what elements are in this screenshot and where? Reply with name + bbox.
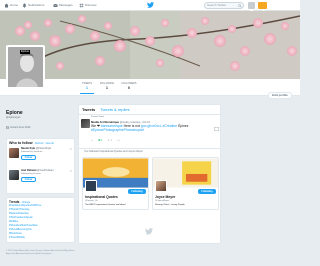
hashtag-link[interactable]: #EpionePhotographiePhotoshopArt [91,128,144,132]
calendar-icon [6,126,9,129]
suggestion-name[interactable]: Joel Oxbean @JoelOxbean [21,169,54,172]
card-handle: @Inspire_Us [85,200,98,202]
hashtag-link[interactable]: #Création [162,124,177,128]
trends-panel: Trends · Change #InspirationalQuotesOfAl… [6,197,75,243]
more-icon[interactable]: ••• [117,139,120,142]
home-icon [4,3,9,8]
suggestion-item: Naomi Kyle @NaomiKyle Followed by Jonath… [9,147,72,167]
retweet-count: 1 [101,139,103,142]
nav-discover-label: Discover [85,3,97,7]
who-to-follow-panel: Who to follow · Refresh · View all Naomi… [6,138,75,194]
dismiss-icon[interactable]: ✕ [69,147,72,151]
nav-home-label: Home [10,3,19,7]
timeline-panel: Tweets Tweets & replies Pinned Tweet Med… [78,104,222,244]
bell-icon [22,3,27,8]
avatar[interactable] [155,180,167,192]
pinned-tweet[interactable]: Pinned Tweet Media Art Numérique @media_… [79,114,222,148]
cherry-blossom-banner-image [0,11,300,79]
reply-icon[interactable]: ↩ [91,139,93,142]
profile-joined-text: Joined June 2012 [10,126,31,129]
card-bio: Sharing Christ - Loving People [155,204,185,206]
profile-handle: @epioneyes [6,116,21,119]
tweet-text: We ❤ #artnumerique Here is not goo.gl/xx… [91,124,189,133]
nav-notifications-label: Notifications [28,3,45,7]
pinned-label: Pinned Tweet [91,116,105,118]
profile-card[interactable]: Following Joyce Meyer @JoyceMeyer Sharin… [152,157,219,210]
card-name[interactable]: Joyce Meyer [155,195,175,199]
stat-followers[interactable]: FOLLOWERS 0 [120,82,138,94]
stat-tweets[interactable]: TWEETS 1 [80,82,94,94]
nav-home[interactable]: Home [4,2,18,9]
profile-navigation-bar [0,79,300,96]
who-to-follow-title: Who to follow · Refresh · View all [9,141,54,145]
nav-notifications[interactable]: Notifications [22,2,44,9]
tab-tweets-and-replies[interactable]: Tweets & replies [100,107,129,112]
avatar[interactable] [9,148,19,158]
hash-icon [79,3,84,8]
nav-discover[interactable]: Discover [79,2,97,9]
twitter-logo-icon [145,228,153,235]
avatar[interactable] [85,180,97,192]
profile-header-banner [0,11,300,79]
like-icon[interactable]: ★ 1 [108,139,113,142]
suggestion-item: Joel Oxbean @JoelOxbean Followed by Kris… [9,169,72,189]
avatar[interactable] [81,119,90,128]
account-avatar-button[interactable] [248,2,255,15]
timeline-tabs: Tweets Tweets & replies [82,107,130,112]
nav-messages[interactable]: Messages [53,2,73,9]
stat-following-value: 1 [106,86,108,90]
search-icon[interactable] [238,4,242,8]
card-bio: The BEST Inspirational Quotes and ideas! [85,204,126,206]
stat-following[interactable]: FOLLOWING 1 [98,82,116,94]
like-count: 1 [110,139,113,142]
profile-card[interactable]: Following Inspirational Quotes @Inspire_… [82,157,149,210]
tweet-actions: ↩ ⇄ 1 ★ 1 ••• [91,139,120,142]
follow-button[interactable]: Follow [21,177,36,182]
tab-tweets[interactable]: Tweets [82,107,95,112]
card-handle: @JoyceMeyer [155,200,170,202]
following-button[interactable]: Following [198,189,216,194]
link-preview-icon[interactable] [214,127,219,131]
envelope-icon [53,3,58,7]
following-button[interactable]: Following [128,189,146,194]
dismiss-icon[interactable]: ✕ [69,169,72,173]
profile-joined: Joined June 2012 [6,126,30,129]
search-placeholder: Search Twitter [207,3,227,7]
follow-button[interactable]: Follow [21,155,36,160]
twitter-logo-icon[interactable] [147,2,154,8]
retweet-icon[interactable]: ⇄ 1 [98,139,102,142]
nav-messages-label: Messages [59,3,73,7]
suggestion-subtext: Followed by Krishna [21,173,41,175]
avatar[interactable] [9,170,19,180]
suggestion-name[interactable]: Naomi Kyle @NaomiKyle [21,147,51,150]
avatar-name-tag: Epione [20,50,31,54]
stat-tweets-value: 1 [86,86,88,90]
footer-links[interactable]: © 2015 Twitter About Help Terms Privacy … [6,250,75,256]
suggestion-subtext: Followed by Jonathan [21,151,43,153]
recent-follows-section: You followed Inspirational Quotes and Jo… [79,148,222,210]
recent-follows-header: You followed Inspirational Quotes and Jo… [84,150,143,153]
profile-avatar[interactable]: Epione [6,45,45,89]
trend-item[interactable]: #TravelWithMe [9,236,72,240]
search-input[interactable]: Search Twitter [204,2,244,9]
top-navigation-bar: Home Notifications Messages Discover Sea… [0,0,300,15]
compose-tweet-button[interactable] [258,2,267,14]
edit-profile-button[interactable]: Edit profile [268,92,292,99]
card-name[interactable]: Inspirational Quotes [85,195,118,199]
who-to-follow-links[interactable]: · Refresh · View all [34,142,54,145]
stat-followers-value: 0 [128,86,130,90]
